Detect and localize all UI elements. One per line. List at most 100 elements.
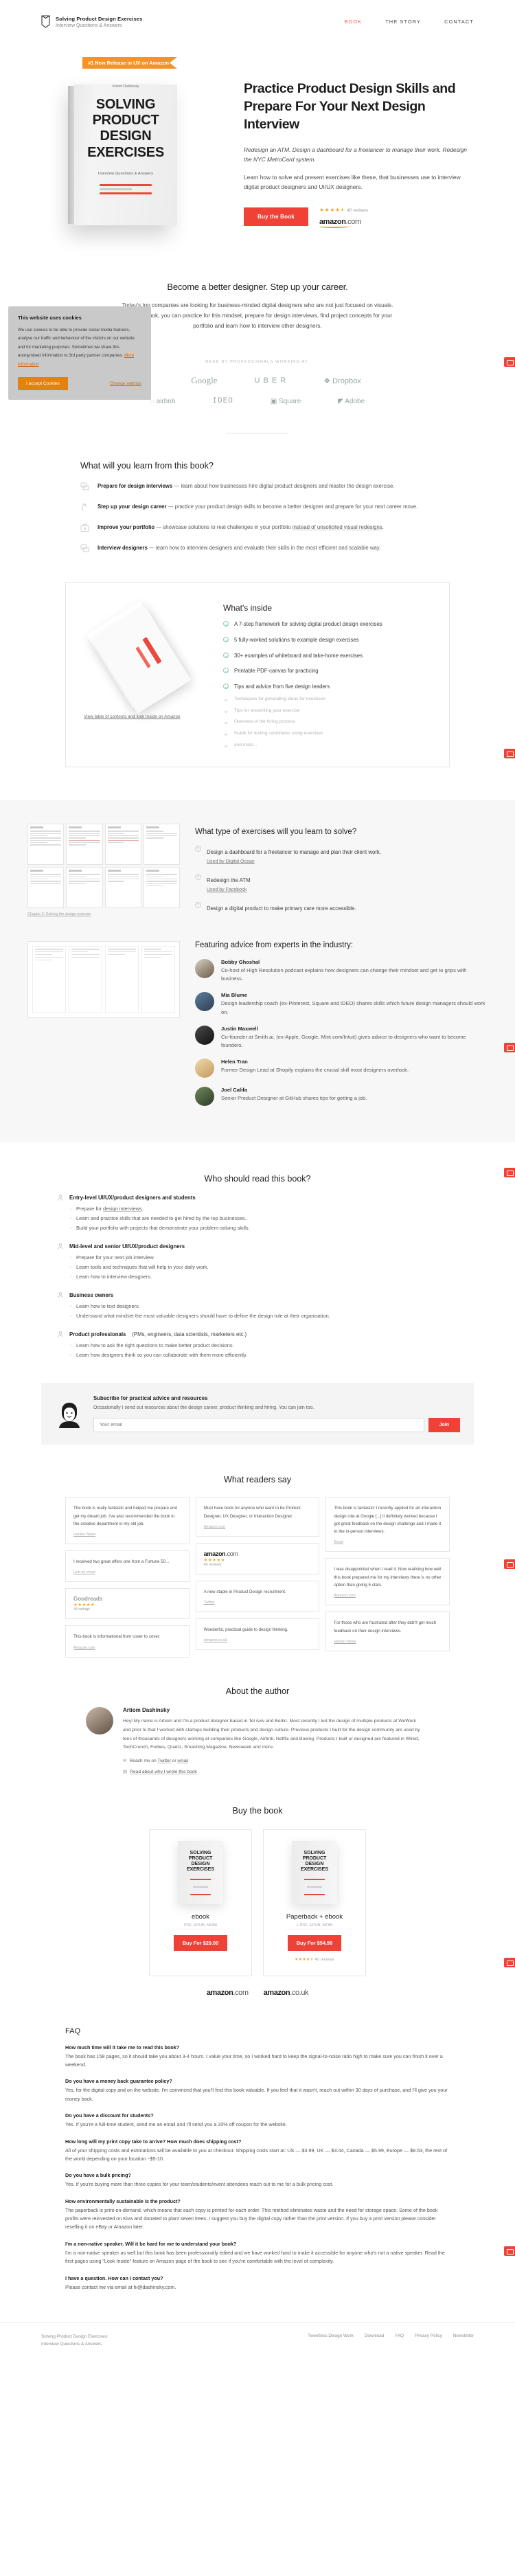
author-title: About the author xyxy=(225,1686,290,1697)
about-author-section: About the author Artiom Dashinsky Hey! M… xyxy=(65,1659,450,1774)
hero-reviews: ★★★★⯨ 40 reviews amazon.com xyxy=(319,206,368,228)
learn-item-1-text: — practice your product design skills to… xyxy=(166,504,418,510)
book-icon: ▤ xyxy=(123,1769,128,1774)
accept-cookies-button[interactable]: I accept Cookies xyxy=(18,377,68,391)
expert-row: Helen Tran Former Design Lead at Shopify … xyxy=(195,1058,488,1078)
footer-link[interactable]: Download xyxy=(365,2334,384,2338)
learn-item-2-tail: . xyxy=(382,524,384,531)
testimonial-card: A new staple in Product Design recruitme… xyxy=(195,1580,320,1613)
who-group-mid-senior: Mid-level and senior UI/UX/product desig… xyxy=(0,1243,515,1281)
who-list-item: › Prepare for your next job interview. xyxy=(70,1254,155,1261)
check-icon xyxy=(223,652,229,658)
who-group-entry-level: Entry-level UI/UX/product designers and … xyxy=(0,1195,515,1232)
testimonial-source[interactable]: Amazon.com xyxy=(204,1525,312,1529)
check-icon xyxy=(223,621,229,627)
brand-title: Solving Product Design Exercises xyxy=(56,15,143,22)
testimonial-card: The book is really fantastic and helped … xyxy=(65,1497,190,1545)
exercise-link[interactable]: Used by Digital Ocean xyxy=(207,859,381,864)
feedback-tab[interactable] xyxy=(504,749,515,758)
expert-desc: Senior Product Designer at GitHub shares… xyxy=(221,1094,367,1101)
exercise-link[interactable]: Used by Facebook xyxy=(207,888,251,892)
who-group-head: Mid-level and senior UI/UX/product desig… xyxy=(69,1243,185,1250)
site-header: Solving Product Design Exercises Intervi… xyxy=(0,0,515,28)
email-field[interactable] xyxy=(93,1418,424,1433)
exercise-item: ? Design a dashboard for a freelancer to… xyxy=(195,845,488,864)
nav-item-book[interactable]: BOOK xyxy=(344,19,362,25)
expert-row: Joel Califa Senior Product Designer at Gi… xyxy=(195,1086,488,1106)
avatar xyxy=(195,959,214,979)
rating-count: 44 ratings xyxy=(73,1607,90,1612)
exercise-caption: Chapter 2: Solving the design exercise xyxy=(27,912,91,917)
email-link[interactable]: email xyxy=(177,1759,188,1763)
twitter-link[interactable]: Twitter xyxy=(157,1759,170,1763)
footer-link[interactable]: Privacy Policy xyxy=(415,2334,442,2338)
join-button[interactable]: Join xyxy=(428,1418,460,1433)
buy-ebook-button[interactable]: Buy For $29.00 xyxy=(174,1934,227,1951)
nav-item-the-story[interactable]: THE STORY xyxy=(385,19,421,25)
amazon-com-link[interactable]: amazon.com xyxy=(207,1989,249,1997)
avatar xyxy=(195,1025,214,1045)
dropbox-logo: ❖ Dropbox xyxy=(323,376,361,385)
testimonial-source[interactable]: Email xyxy=(334,1540,442,1544)
inside-item-label: Guide for testing candidates using exerc… xyxy=(234,731,323,736)
testimonial-source[interactable]: Amazon.com xyxy=(334,1594,442,1598)
design-interviews-link[interactable]: design interviews xyxy=(103,1206,142,1212)
testimonial-source[interactable]: Link on email xyxy=(73,1570,181,1574)
nav-item-contact[interactable]: CONTACT xyxy=(444,19,474,25)
amazon-logo[interactable]: amazon.com xyxy=(319,218,368,228)
buy-the-book-button[interactable]: Buy the Book xyxy=(244,207,308,227)
expert-desc: Co-host of High Resolution podcast expla… xyxy=(221,967,467,982)
inside-item-label: Tips for presenting your exercise xyxy=(234,708,300,713)
feedback-tab[interactable] xyxy=(504,2246,515,2256)
footer-link[interactable]: Newsletter xyxy=(453,2334,474,2338)
testimonial-body: Must have book for anyone who want to be… xyxy=(203,1506,301,1519)
who-list-item: › Learn how designers think so you can co… xyxy=(70,1351,248,1358)
inside-item: 5 fully-worked solutions to example desi… xyxy=(223,636,431,644)
learn-section: What will you learn from this book? Prep… xyxy=(65,433,450,768)
faq-answer: Yes, for the digital copy and on the web… xyxy=(65,2087,448,2102)
inside-item: 30+ examples of whiteboard and take-home… xyxy=(223,652,431,660)
faq-answer: Yes. If you're a full-time student, send… xyxy=(65,2121,287,2128)
feedback-tab[interactable] xyxy=(504,1958,515,1967)
ebook-formats: PDF, EPUB, MOBI xyxy=(184,1923,217,1928)
author-avatar xyxy=(86,1707,113,1735)
feedback-tab[interactable] xyxy=(504,1559,515,1569)
testimonial-source[interactable]: Amazon.co.uk xyxy=(204,1638,312,1642)
testimonial-source[interactable]: Hacker News xyxy=(334,1640,442,1644)
change-settings-link[interactable]: Change settings xyxy=(110,381,141,386)
whats-inside-title: What's inside xyxy=(223,603,272,613)
testimonial-card: Must have book for anyone who want to be… xyxy=(195,1497,320,1537)
testimonial-source[interactable]: Twitter xyxy=(204,1601,312,1605)
expert-row: Bobby Ghoshal Co-host of High Resolution … xyxy=(195,959,488,983)
exercise-pages-thumbnails: Chapter 2: Solving the design exercise xyxy=(27,824,180,916)
footer-link[interactable]: Tweetless Design Work xyxy=(308,2334,354,2338)
testimonial-source[interactable]: Hacker News xyxy=(73,1533,181,1537)
rating-card-amazon: amazon.com ★★★★★ 40 reviews xyxy=(195,1542,320,1574)
author-illustration-icon xyxy=(59,1403,80,1429)
book-cover-bars xyxy=(100,183,152,194)
feedback-tab[interactable] xyxy=(504,357,515,367)
learn-item-2-text: — showcase solutions to real challenges … xyxy=(154,524,293,531)
expert-desc: Design leadership coach (ex-Pinterest, S… xyxy=(221,1000,485,1015)
feedback-tab[interactable] xyxy=(504,1168,515,1177)
inside-item-label: 5 fully-worked solutions to example desi… xyxy=(234,636,359,643)
amazon-couk-link[interactable]: amazon.co.uk xyxy=(264,1989,309,1997)
person-icon xyxy=(58,1331,63,1337)
brand-logo[interactable]: Solving Product Design Exercises Intervi… xyxy=(41,15,142,28)
testimonial-card: I was disappointed when I read it. Now r… xyxy=(325,1558,450,1606)
inside-item-dim: Techniques for generating ideas for exer… xyxy=(223,696,431,703)
feedback-tab[interactable] xyxy=(504,1043,515,1052)
testimonial-source[interactable]: Amazon.com xyxy=(73,1646,181,1650)
expert-row: Mia Blume Design leadership coach (ex-Pin… xyxy=(195,992,488,1016)
buy-card-paperback: SOLVING PRODUCT DESIGN EXERCISES Paperback … xyxy=(263,1829,366,1976)
testimonial-card: I received two great offers one from a F… xyxy=(65,1550,190,1583)
look-inside-link[interactable]: View table of contents and look inside o… xyxy=(84,714,211,719)
faq-title: FAQ xyxy=(65,2026,81,2035)
footer-link[interactable]: FAQ xyxy=(395,2334,404,2338)
why-i-wrote-link[interactable]: Read about why I wrote this book xyxy=(130,1770,197,1774)
learn-item-2-underline[interactable]: instead of unsolicited visual redesigns xyxy=(293,524,382,530)
expert-name: Helen Tran xyxy=(221,1058,248,1065)
buy-paperback-button[interactable]: Buy For $54.99 xyxy=(288,1934,341,1951)
readers-title: What readers say xyxy=(224,1475,291,1485)
faq-answer: I'm a non-native speaker as well but thi… xyxy=(65,2249,445,2265)
